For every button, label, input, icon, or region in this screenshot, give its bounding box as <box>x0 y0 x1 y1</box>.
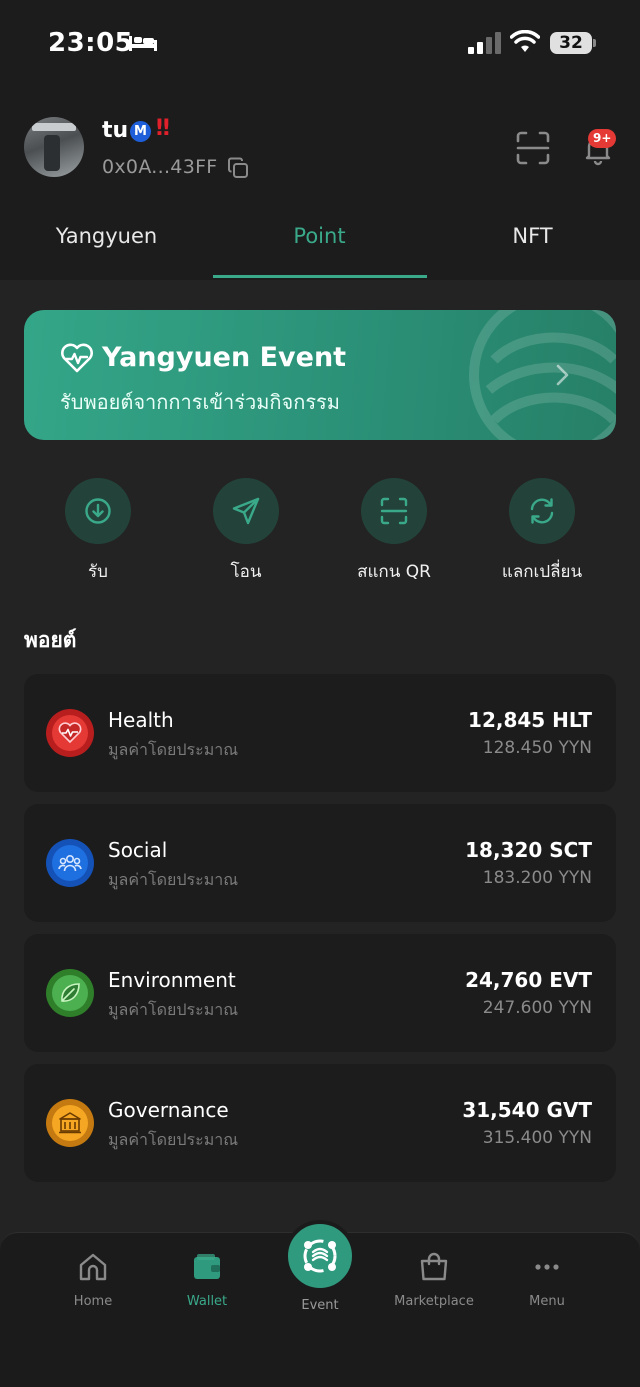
chevron-right-icon <box>556 364 569 386</box>
send-button[interactable] <box>213 478 279 544</box>
point-value: 128.450 YYN <box>482 738 592 758</box>
banner-title: Yangyuen Event <box>102 342 347 373</box>
scan-icon[interactable] <box>515 130 551 166</box>
banner-decoration-icon <box>469 310 616 440</box>
sleep-mode-icon <box>129 36 157 51</box>
send-icon <box>232 497 260 525</box>
tab-point[interactable]: Point <box>213 224 426 248</box>
verified-badge: M <box>130 121 151 142</box>
points-section-title: พอยต์ <box>24 628 77 652</box>
wallet-address: 0x0A...43FF <box>102 156 218 178</box>
point-value: 183.200 YYN <box>482 868 592 888</box>
heart-pulse-icon <box>61 343 93 373</box>
more-dots-icon <box>535 1264 559 1270</box>
event-banner[interactable]: Yangyuen Event รับพอยต์จากการเข้าร่วมกิจ… <box>24 310 616 440</box>
event-button[interactable] <box>284 1220 356 1292</box>
receive-label: รับ <box>88 562 108 582</box>
wifi-icon <box>510 30 540 52</box>
point-card-environment[interactable]: Environment มูลค่าโดยประมาณ 24,760 EVT 2… <box>24 934 616 1052</box>
point-amount: 12,845 HLT <box>468 708 592 732</box>
wallet-icon <box>194 1254 220 1279</box>
point-subtitle: มูลค่าโดยประมาณ <box>108 740 239 759</box>
exchange-button[interactable] <box>509 478 575 544</box>
point-amount: 24,760 EVT <box>465 968 592 992</box>
copy-icon[interactable] <box>226 156 250 180</box>
point-card-governance[interactable]: Governance มูลค่าโดยประมาณ 31,540 GVT 31… <box>24 1064 616 1182</box>
nav-marketplace-label: Marketplace <box>394 1294 474 1309</box>
social-coin <box>46 839 94 887</box>
receive-icon <box>85 498 111 524</box>
nav-event-label[interactable]: Event <box>264 1298 376 1313</box>
status-bar: 23:05 32 <box>0 0 640 90</box>
battery-indicator: 32 <box>550 32 596 54</box>
leaf-icon <box>61 983 80 1002</box>
nav-menu-label: Menu <box>529 1294 565 1309</box>
alert-badge: ‼ <box>156 116 170 141</box>
health-coin <box>46 709 94 757</box>
heart-pulse-icon <box>58 722 82 744</box>
point-name: Governance <box>108 1098 229 1122</box>
point-name: Environment <box>108 968 236 992</box>
nav-menu[interactable]: Menu <box>492 1250 602 1309</box>
environment-coin <box>46 969 94 1017</box>
username: tu <box>102 118 129 143</box>
nav-home[interactable]: Home <box>38 1250 148 1309</box>
battery-tip <box>593 39 596 47</box>
exchange-icon <box>530 498 554 524</box>
tab-yangyuen[interactable]: Yangyuen <box>0 224 213 248</box>
receive-button[interactable] <box>65 478 131 544</box>
point-name: Social <box>108 838 168 862</box>
tab-nft[interactable]: NFT <box>426 224 639 248</box>
home-icon <box>79 1253 107 1281</box>
point-card-social[interactable]: Social มูลค่าโดยประมาณ 18,320 SCT 183.20… <box>24 804 616 922</box>
nav-marketplace[interactable]: Marketplace <box>379 1250 489 1309</box>
banner-subtitle: รับพอยต์จากการเข้าร่วมกิจกรรม <box>60 390 340 414</box>
scan-qr-icon <box>380 497 408 525</box>
shopping-bag-icon <box>420 1252 448 1281</box>
point-amount: 31,540 GVT <box>462 1098 592 1122</box>
notification-count-badge: 9+ <box>588 129 617 148</box>
people-icon <box>58 855 82 872</box>
exchange-label: แลกเปลี่ยน <box>501 562 583 582</box>
scan-qr-button[interactable] <box>361 478 427 544</box>
nav-wallet-label: Wallet <box>186 1294 228 1309</box>
avatar[interactable] <box>24 117 84 177</box>
point-amount: 18,320 SCT <box>465 838 592 862</box>
battery-level: 32 <box>550 32 592 54</box>
status-time: 23:05 <box>48 28 134 58</box>
governance-coin <box>46 1099 94 1147</box>
point-name: Health <box>108 708 174 732</box>
nav-wallet[interactable]: Wallet <box>152 1250 262 1309</box>
cellular-signal-icon <box>468 32 501 54</box>
point-subtitle: มูลค่าโดยประมาณ <box>108 1130 239 1149</box>
event-people-icon <box>303 1239 337 1273</box>
scan-qr-label: สแกน QR <box>357 562 431 582</box>
point-subtitle: มูลค่าโดยประมาณ <box>108 870 239 889</box>
building-icon <box>59 1112 81 1134</box>
active-tab-indicator <box>213 275 427 278</box>
send-label: โอน <box>230 562 262 582</box>
nav-home-label: Home <box>73 1294 113 1309</box>
point-card-health[interactable]: Health มูลค่าโดยประมาณ 12,845 HLT 128.45… <box>24 674 616 792</box>
point-subtitle: มูลค่าโดยประมาณ <box>108 1000 239 1019</box>
point-value: 247.600 YYN <box>482 998 592 1018</box>
point-value: 315.400 YYN <box>482 1128 592 1148</box>
